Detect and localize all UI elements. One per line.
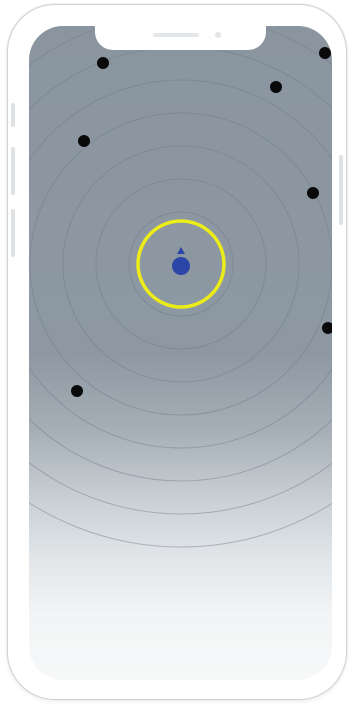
front-camera	[215, 32, 221, 38]
peer-dot[interactable]	[71, 385, 83, 397]
peer-dot[interactable]	[97, 57, 109, 69]
location-arrow-icon	[177, 247, 185, 254]
nearby-peers[interactable]	[71, 47, 334, 397]
user-location[interactable]	[172, 247, 190, 275]
peer-dot[interactable]	[78, 135, 90, 147]
notch	[95, 26, 266, 50]
speaker-grille	[153, 33, 199, 37]
user-dot	[172, 257, 190, 275]
peer-dot[interactable]	[319, 47, 331, 59]
peer-dot[interactable]	[322, 322, 334, 334]
radar-map[interactable]	[0, 0, 353, 704]
peer-dot[interactable]	[270, 81, 282, 93]
peer-dot[interactable]	[307, 187, 319, 199]
